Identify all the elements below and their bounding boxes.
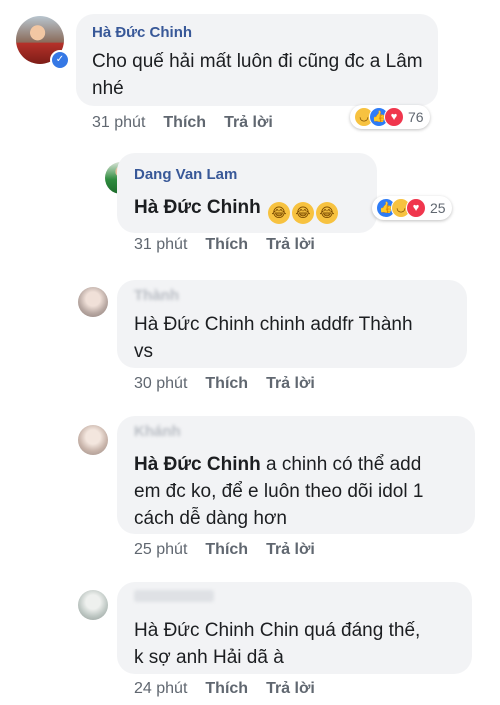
reply-button[interactable]: Trả lời <box>266 680 315 698</box>
comment-author[interactable] <box>134 590 214 602</box>
laughing-emoji-icon: 😂 <box>268 202 290 224</box>
comment-author[interactable]: Khánh <box>134 423 181 440</box>
comment-time: 31 phút <box>134 236 188 253</box>
comment-meta: 25 phút Thích Trả lời <box>134 541 333 559</box>
mention-link[interactable]: Hà Đức Chinh <box>134 314 254 335</box>
comment-time: 25 phút <box>134 541 188 558</box>
comment-meta: 24 phút Thích Trả lời <box>134 680 333 698</box>
reply-button[interactable]: Trả lời <box>266 236 315 254</box>
comment-time: 24 phút <box>134 680 188 697</box>
comment-text: Hà Đức Chinh chinh addfr Thành vs <box>134 311 458 365</box>
comment-text-line: Chin quá đáng thế, <box>259 620 421 641</box>
like-button[interactable]: Thích <box>205 680 248 698</box>
comment-text-line: k sợ anh Hải dã à <box>134 647 284 668</box>
reactions-summary[interactable]: 👍 ◡ ♥ 25 <box>372 196 452 220</box>
comment-meta: 31 phút Thích Trả lời <box>92 114 291 132</box>
comment-text-line: a chinh có thể add <box>266 454 422 475</box>
love-icon: ♥ <box>406 198 426 218</box>
comment-author[interactable]: Hà Đức Chinh <box>92 24 192 41</box>
love-icon: ♥ <box>384 107 404 127</box>
avatar[interactable] <box>78 287 108 317</box>
comment-author[interactable]: Dang Van Lam <box>134 166 237 183</box>
like-button[interactable]: Thích <box>205 375 248 393</box>
verified-badge-icon: ✓ <box>50 50 70 70</box>
comment-text: Hà Đức Chinh a chinh có thể add em đc ko… <box>134 451 470 532</box>
laughing-emoji-icon: 😂 <box>316 202 338 224</box>
reply-button[interactable]: Trả lời <box>224 114 273 132</box>
reply-button[interactable]: Trả lời <box>266 541 315 559</box>
comment-author[interactable]: Thành <box>134 287 179 304</box>
reaction-count: 25 <box>430 200 446 216</box>
comment-text-line: em đc ko, để e luôn theo dõi idol 1 <box>134 481 424 502</box>
comment-meta: 31 phút Thích Trả lời <box>134 236 333 254</box>
like-button[interactable]: Thích <box>205 541 248 559</box>
comment-text-line: vs <box>134 341 153 362</box>
avatar[interactable] <box>78 425 108 455</box>
comment-text: Cho quế hải mất luôn đi cũng đc a Lâm nh… <box>92 51 423 99</box>
laughing-emoji-icon: 😂 <box>292 202 314 224</box>
comment-text: Hà Đức Chinh 😂 😂 😂 <box>134 194 374 224</box>
mention-link[interactable]: Hà Đức Chinh <box>134 454 261 475</box>
reply-button[interactable]: Trả lời <box>266 375 315 393</box>
comment-text-line: cách dễ dàng hơn <box>134 508 287 529</box>
comment-meta: 30 phút Thích Trả lời <box>134 375 333 393</box>
mention-link[interactable]: Hà Đức Chinh <box>134 197 261 218</box>
mention-link[interactable]: Hà Đức Chinh <box>134 620 254 641</box>
comment-time: 30 phút <box>134 375 188 392</box>
reactions-summary[interactable]: ◡ 👍 ♥ 76 <box>350 105 430 129</box>
comment-text: Hà Đức Chinh Chin quá đáng thế, k sợ anh… <box>134 617 464 671</box>
like-button[interactable]: Thích <box>163 114 206 132</box>
comment-time: 31 phút <box>92 114 146 131</box>
comment-text-line: chinh addfr Thành <box>259 314 413 335</box>
like-button[interactable]: Thích <box>205 236 248 254</box>
avatar[interactable] <box>78 590 108 620</box>
reaction-count: 76 <box>408 109 424 125</box>
